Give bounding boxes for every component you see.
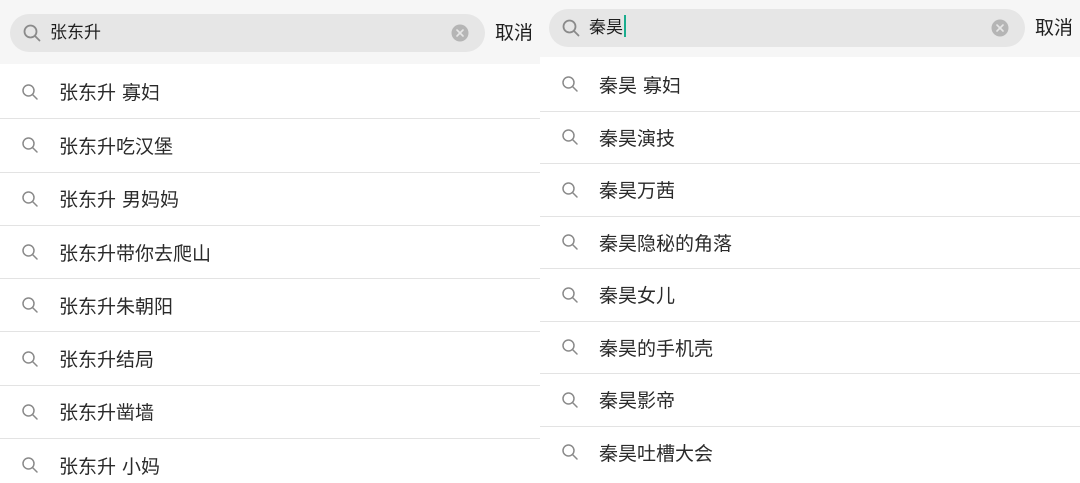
suggestion-item[interactable]: 秦昊隐秘的角落 xyxy=(540,215,1080,269)
search-box[interactable]: 张东升 xyxy=(10,14,485,52)
suggestion-label: 秦昊影帝 xyxy=(599,390,676,413)
search-icon xyxy=(23,24,41,42)
suggestion-label: 秦昊女儿 xyxy=(599,285,676,308)
suggestion-item[interactable]: 秦昊 寡妇 xyxy=(540,58,1080,111)
suggestion-item[interactable]: 张东升带你去爬山 xyxy=(0,224,540,278)
search-input-value: 张东升 xyxy=(50,23,101,43)
suggestion-label: 张东升 男妈妈 xyxy=(59,189,180,212)
search-icon xyxy=(562,182,578,198)
search-icon xyxy=(562,444,578,460)
clear-icon[interactable] xyxy=(991,19,1009,37)
text-caret xyxy=(624,15,626,37)
suggestion-item[interactable]: 秦昊万茜 xyxy=(540,163,1080,216)
suggestion-label: 秦昊吐槽大会 xyxy=(599,442,714,465)
search-input[interactable]: 张东升 xyxy=(50,14,101,52)
search-box[interactable]: 秦昊 xyxy=(549,9,1025,47)
search-input[interactable]: 秦昊 xyxy=(589,9,626,47)
search-panel-left: 张东升 取消 张东升 寡妇 张东升吃汉堡 张东升 男妈妈张东升带你去爬山 张东升朱朝阳… xyxy=(0,0,540,483)
suggestion-label: 张东升朱朝阳 xyxy=(59,295,174,318)
search-icon xyxy=(22,457,38,473)
suggestion-label: 张东升结局 xyxy=(59,349,155,372)
suggestion-label: 张东升凿墙 xyxy=(59,402,155,425)
suggestion-item[interactable]: 张东升 男妈妈 xyxy=(0,171,540,225)
search-input-value: 秦昊 xyxy=(589,18,623,38)
suggestion-label: 秦昊隐秘的角落 xyxy=(599,232,733,255)
search-icon xyxy=(562,76,578,92)
search-icon xyxy=(22,244,38,260)
suggestion-list: 秦昊 寡妇秦昊演技秦昊万茜秦昊隐秘的角落 秦昊女儿秦昊的手机壳 秦昊影帝秦昊吐槽大会 xyxy=(540,58,1080,478)
suggestion-item[interactable]: 张东升 寡妇 xyxy=(0,65,540,118)
clear-icon[interactable] xyxy=(451,24,469,42)
search-icon xyxy=(22,404,38,420)
suggestion-label: 秦昊的手机壳 xyxy=(599,337,714,360)
suggestion-label: 秦昊演技 xyxy=(599,127,676,150)
suggestion-label: 张东升 寡妇 xyxy=(59,82,161,105)
suggestion-item[interactable]: 张东升结局 xyxy=(0,331,540,384)
search-icon xyxy=(562,392,578,408)
search-panel-right: 秦昊 取消 秦昊 寡妇秦昊演技秦昊万茜秦昊隐秘的角落 秦昊女儿秦昊的手机壳 秦昊影帝… xyxy=(540,0,1080,483)
search-icon xyxy=(22,137,38,154)
search-icon xyxy=(22,297,38,314)
suggestion-label: 张东升吃汉堡 xyxy=(59,135,174,158)
search-icon xyxy=(22,83,38,100)
search-icon xyxy=(562,339,578,355)
search-icon xyxy=(22,190,38,207)
suggestion-item[interactable]: 张东升 小妈 xyxy=(0,438,540,483)
search-header: 张东升 取消 xyxy=(0,0,540,64)
suggestion-item[interactable]: 张东升朱朝阳 xyxy=(0,278,540,331)
suggestion-item[interactable]: 张东升吃汉堡 xyxy=(0,118,540,171)
suggestion-label: 张东升 小妈 xyxy=(59,455,161,478)
search-icon xyxy=(562,19,580,37)
search-header: 秦昊 取消 xyxy=(540,0,1080,57)
cancel-button[interactable]: 取消 xyxy=(495,14,533,52)
suggestion-label: 张东升带你去爬山 xyxy=(59,242,212,265)
suggestion-item[interactable]: 秦昊演技 xyxy=(540,110,1080,164)
cancel-button[interactable]: 取消 xyxy=(1035,9,1073,47)
suggestion-list: 张东升 寡妇 张东升吃汉堡 张东升 男妈妈张东升带你去爬山 张东升朱朝阳 张东升结局张东… xyxy=(0,65,540,483)
suggestion-item[interactable]: 秦昊女儿 xyxy=(540,268,1080,321)
suggestion-item[interactable]: 秦昊影帝 xyxy=(540,373,1080,426)
suggestion-item[interactable]: 秦昊的手机壳 xyxy=(540,320,1080,374)
search-icon xyxy=(562,234,578,250)
search-icon xyxy=(22,350,38,367)
suggestion-item[interactable]: 张东升凿墙 xyxy=(0,384,540,438)
search-icon xyxy=(562,287,578,303)
suggestion-item[interactable]: 秦昊吐槽大会 xyxy=(540,425,1080,479)
suggestion-label: 秦昊 寡妇 xyxy=(599,74,682,97)
suggestion-label: 秦昊万茜 xyxy=(599,180,676,203)
screenshot-composite: 张东升 取消 张东升 寡妇 张东升吃汉堡 张东升 男妈妈张东升带你去爬山 张东升朱朝阳… xyxy=(0,0,1080,483)
search-icon xyxy=(562,129,578,145)
